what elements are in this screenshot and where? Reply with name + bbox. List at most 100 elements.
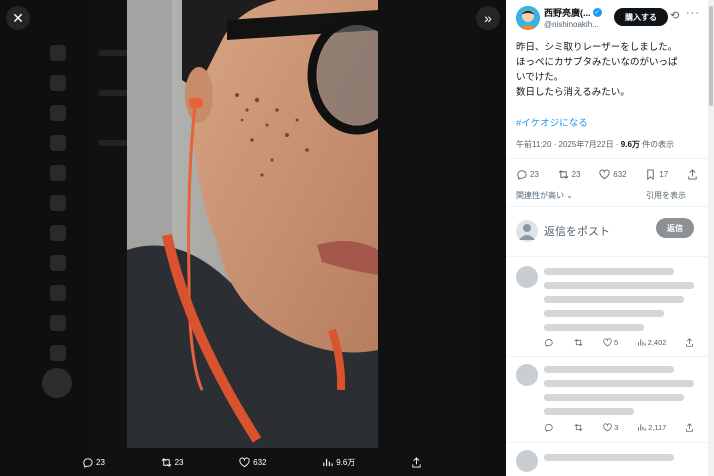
media-like-count: 632 [253, 457, 267, 467]
post-metadata: 午前11:20 · 2025年7月22日 · 9.6万 件の表示 [516, 139, 674, 150]
author-display-name[interactable]: 西野亮廣(... [544, 6, 591, 19]
post-hashtag-link[interactable]: #イケオジになる [516, 115, 588, 129]
views-icon [638, 424, 646, 431]
reply-header-blurred [544, 268, 674, 275]
reply-views-count: 2,402 [647, 338, 667, 347]
repost-count: 23 [571, 170, 581, 179]
divider [506, 158, 708, 159]
bg-home-icon [50, 45, 66, 61]
more-options-icon[interactable]: ··· [686, 7, 700, 19]
reply-text-blurred [544, 310, 664, 317]
reply-icon [545, 339, 553, 347]
reply-repost-button[interactable] [574, 423, 585, 432]
reply-author-avatar[interactable] [516, 364, 538, 386]
post-detail-panel: 西野亮廣(... ✓ @nishinoakih... 購入する ⟲ ··· 昨日… [506, 0, 714, 476]
reply-actions: 5 2,402 [544, 338, 694, 347]
reply-like-button[interactable]: 5 [603, 338, 618, 347]
post-text: 昨日、シミ取りレーザーをしました。 ほっぺにカサブタみたいなのがいっぱ いでけた… [516, 42, 678, 98]
bg-communities-icon [50, 225, 66, 241]
bg-messages-icon [50, 135, 66, 151]
avatar-illustration [516, 6, 540, 30]
user-placeholder-icon [519, 224, 535, 240]
post-view-suffix: 件の表示 [639, 140, 675, 149]
post-view-count: 9.6万 [620, 140, 640, 149]
reply-views-button[interactable]: 2,402 [637, 338, 667, 347]
reply-author-avatar[interactable] [516, 266, 538, 288]
reply-header-blurred [544, 366, 674, 373]
repost-icon [574, 423, 583, 432]
like-count: 632 [613, 170, 627, 179]
reply-composer-input[interactable]: 返信をポスト [544, 223, 610, 239]
media-repost-count: 23 [174, 457, 184, 467]
reply-icon [83, 457, 93, 468]
bg-notifications-icon [50, 105, 66, 121]
bookmark-count: 17 [659, 170, 669, 179]
bg-profile-icon [50, 315, 66, 331]
current-user-avatar [516, 220, 538, 242]
share-button[interactable] [687, 169, 698, 180]
verified-badge-icon: ✓ [592, 8, 602, 17]
heart-icon [599, 169, 610, 180]
reply-share-button[interactable] [685, 338, 694, 347]
reply-text-blurred [544, 282, 694, 289]
bookmark-button[interactable]: 17 [645, 169, 668, 180]
bg-explore-icon [50, 75, 66, 91]
reply-reply-button[interactable] [544, 338, 555, 347]
views-icon [637, 339, 646, 346]
scrollbar-thumb[interactable] [709, 6, 713, 106]
reply-reply-button[interactable] [544, 423, 555, 432]
media-like-button[interactable]: 632 [239, 457, 267, 468]
post-actions: 23 23 632 17 [516, 169, 698, 180]
views-icon [323, 458, 333, 466]
reply-like-count: 5 [614, 338, 619, 347]
divider [506, 442, 708, 443]
view-quotes-link[interactable]: 引用を表示 [646, 190, 686, 201]
reply-text-blurred [544, 380, 694, 387]
reply-share-button[interactable] [685, 423, 694, 432]
media-share-button[interactable] [411, 456, 422, 468]
reply-actions: 3 2,117 [544, 423, 694, 432]
media-repost-button[interactable]: 23 [161, 457, 184, 468]
share-icon [686, 423, 693, 432]
divider [506, 256, 708, 257]
bookmark-icon [647, 169, 655, 180]
scrollbar[interactable] [708, 0, 714, 476]
reply-like-count: 3 [614, 423, 619, 432]
repost-button[interactable]: 23 [558, 169, 581, 180]
author-name-line[interactable]: 西野亮廣(... ✓ [544, 6, 602, 19]
bg-verified-icon [50, 285, 66, 301]
media-views-button[interactable]: 9.6万 [322, 457, 355, 468]
share-icon [412, 456, 421, 468]
bg-grok-icon [50, 165, 66, 181]
reply-views-count: 2,117 [648, 423, 667, 432]
author-avatar[interactable] [516, 6, 540, 30]
double-chevron-right-icon[interactable]: » [476, 6, 500, 30]
subscribe-button[interactable]: 購入する [614, 8, 668, 26]
share-icon [686, 338, 693, 347]
sort-label: 関連性が高い [516, 191, 564, 200]
sort-dropdown[interactable]: 関連性が高い ⌄ [516, 190, 573, 201]
chevron-down-icon: ⌄ [566, 191, 573, 200]
bg-text [98, 140, 128, 146]
post-timestamp[interactable]: 午前11:20 · 2025年7月22日 · [516, 140, 621, 149]
reply-button[interactable]: 23 [516, 169, 539, 180]
author-handle[interactable]: @nishinoakih... [544, 20, 599, 29]
reply-like-button[interactable]: 3 [603, 423, 618, 432]
reply-views-button[interactable]: 2,117 [637, 423, 666, 432]
reply-text-blurred [544, 296, 684, 303]
reply-count: 23 [530, 170, 539, 179]
reply-icon [517, 170, 527, 180]
grok-icon[interactable]: ⟲ [670, 9, 679, 22]
reply-icon [545, 424, 553, 432]
close-icon[interactable]: ✕ [6, 6, 30, 30]
reply-repost-button[interactable] [573, 338, 585, 347]
reply-text-blurred [544, 324, 644, 331]
bg-more-icon [50, 345, 66, 361]
reply-submit-button[interactable]: 返信 [656, 218, 694, 238]
reply-author-avatar[interactable] [516, 450, 538, 472]
bg-compose-button [42, 368, 72, 398]
reply-text-blurred [544, 408, 634, 415]
media-reply-button[interactable]: 23 [82, 457, 105, 468]
like-button[interactable]: 632 [599, 169, 627, 180]
media-photo[interactable] [127, 0, 378, 448]
